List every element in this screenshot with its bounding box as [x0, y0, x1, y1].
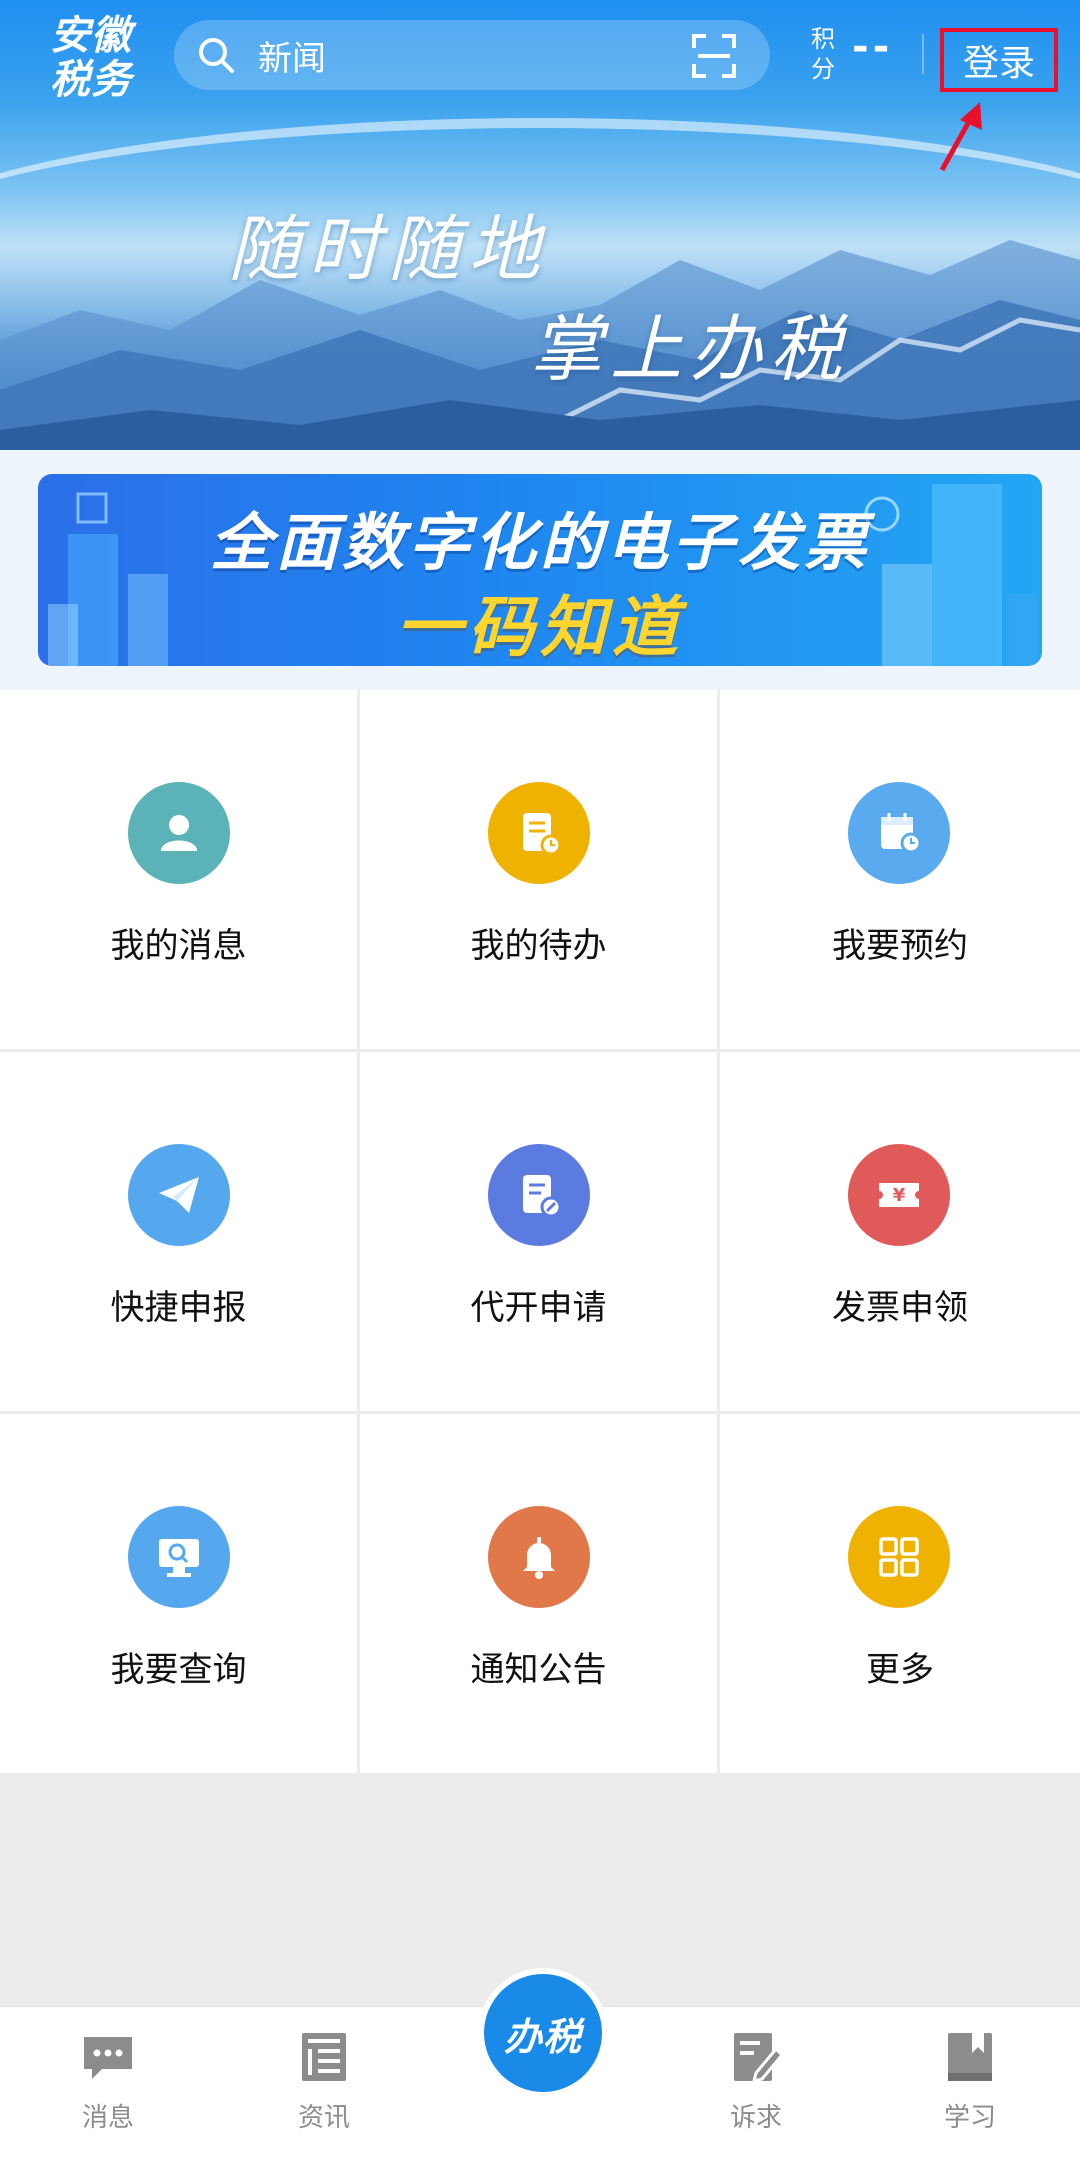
tab-news[interactable]: 资讯	[264, 2029, 384, 2134]
promo-banner-section: 全面数字化的电子发票 一码知道	[0, 450, 1080, 690]
edit-note-icon	[734, 2033, 784, 2084]
points-label-line2: 分	[811, 55, 835, 83]
tab-label: 资讯	[297, 2103, 350, 2133]
calendar-clock-icon	[848, 782, 950, 884]
grid-item-label: 快捷申报	[110, 1288, 247, 1328]
hero-slogan-line2: 掌上办税	[530, 307, 851, 391]
todo-document-icon	[488, 782, 590, 884]
hero-slogan-line1: 随时随地	[228, 207, 549, 291]
header-divider	[922, 34, 924, 74]
newspaper-icon	[302, 2033, 346, 2081]
user-icon	[128, 782, 230, 884]
tab-messages[interactable]: 消息	[48, 2029, 168, 2134]
grid-item-more[interactable]: 更多	[720, 1414, 1080, 1776]
bookmark-book-icon	[948, 2033, 992, 2081]
search-placeholder: 新闻	[258, 38, 326, 79]
grid-item-appointment[interactable]: 我要预约	[720, 690, 1080, 1052]
tab-label: 学习	[943, 2103, 996, 2133]
tab-appeals[interactable]: 诉求	[696, 2029, 816, 2134]
tab-label: 消息	[81, 2103, 134, 2133]
grid-item-label: 我的消息	[110, 926, 247, 966]
grid-item-label: 我的待办	[470, 926, 607, 966]
scan-icon[interactable]	[692, 34, 736, 78]
banner-title: 全面数字化的电子发票	[209, 506, 870, 579]
app-screen: 安徽 税务 新闻 积 分 -- 登录 随时随地 掌上办税 全面数字化的电子发票 …	[0, 0, 1080, 2164]
points-label-line1: 积	[811, 25, 835, 53]
invoice-yuan-icon: ¥	[848, 1144, 950, 1246]
grid-item-label: 更多	[866, 1650, 934, 1690]
function-grid: 我的消息 我的待办 我要预约 快捷申报 代开申请 ¥ 发票申领 我要查询 通知公…	[0, 690, 1080, 1776]
points-value: --	[852, 24, 894, 70]
grid-item-query[interactable]: 我要查询	[0, 1414, 360, 1776]
login-button[interactable]: 登录	[940, 28, 1058, 92]
grid-item-my-messages[interactable]: 我的消息	[0, 690, 360, 1052]
grid-item-label: 发票申领	[832, 1288, 968, 1328]
banner-subtitle: 一码知道	[396, 589, 684, 666]
tab-learning[interactable]: 学习	[910, 2029, 1030, 2134]
svg-text:¥: ¥	[893, 1185, 906, 1206]
annotation-arrow-icon	[939, 102, 982, 172]
search-icon	[199, 38, 234, 73]
paper-plane-icon	[128, 1144, 230, 1246]
grid-item-label: 通知公告	[470, 1650, 607, 1690]
hero-banner: 安徽 税务 新闻 积 分 -- 登录 随时随地 掌上办税	[0, 0, 1080, 450]
monitor-search-icon	[128, 1506, 230, 1608]
chat-bubble-icon	[84, 2037, 132, 2079]
grid-item-label: 我要预约	[832, 926, 968, 966]
tax-handling-center-button[interactable]: 办税	[478, 1968, 608, 2098]
grid-item-my-todo[interactable]: 我的待办	[360, 690, 720, 1052]
document-edit-icon	[488, 1144, 590, 1246]
grid-item-notice[interactable]: 通知公告	[360, 1414, 720, 1776]
bell-icon	[488, 1506, 590, 1608]
logo-line1: 安徽	[50, 13, 132, 59]
app-logo: 安徽 税务	[50, 14, 150, 102]
grid-item-invoice-claim[interactable]: ¥ 发票申领	[720, 1052, 1080, 1414]
grid-item-quick-declare[interactable]: 快捷申报	[0, 1052, 360, 1414]
grid-item-invoice-issue-request[interactable]: 代开申请	[360, 1052, 720, 1414]
grid-item-label: 代开申请	[470, 1288, 607, 1328]
center-button-label: 办税	[484, 1974, 602, 2092]
grid-more-icon	[848, 1506, 950, 1608]
grid-item-label: 我要查询	[110, 1650, 247, 1690]
promo-banner[interactable]: 全面数字化的电子发票 一码知道	[38, 474, 1042, 666]
search-bar[interactable]: 新闻	[174, 20, 770, 90]
tab-label: 诉求	[729, 2103, 782, 2133]
points-label: 积 分	[808, 24, 838, 84]
logo-line2: 税务	[50, 57, 132, 103]
